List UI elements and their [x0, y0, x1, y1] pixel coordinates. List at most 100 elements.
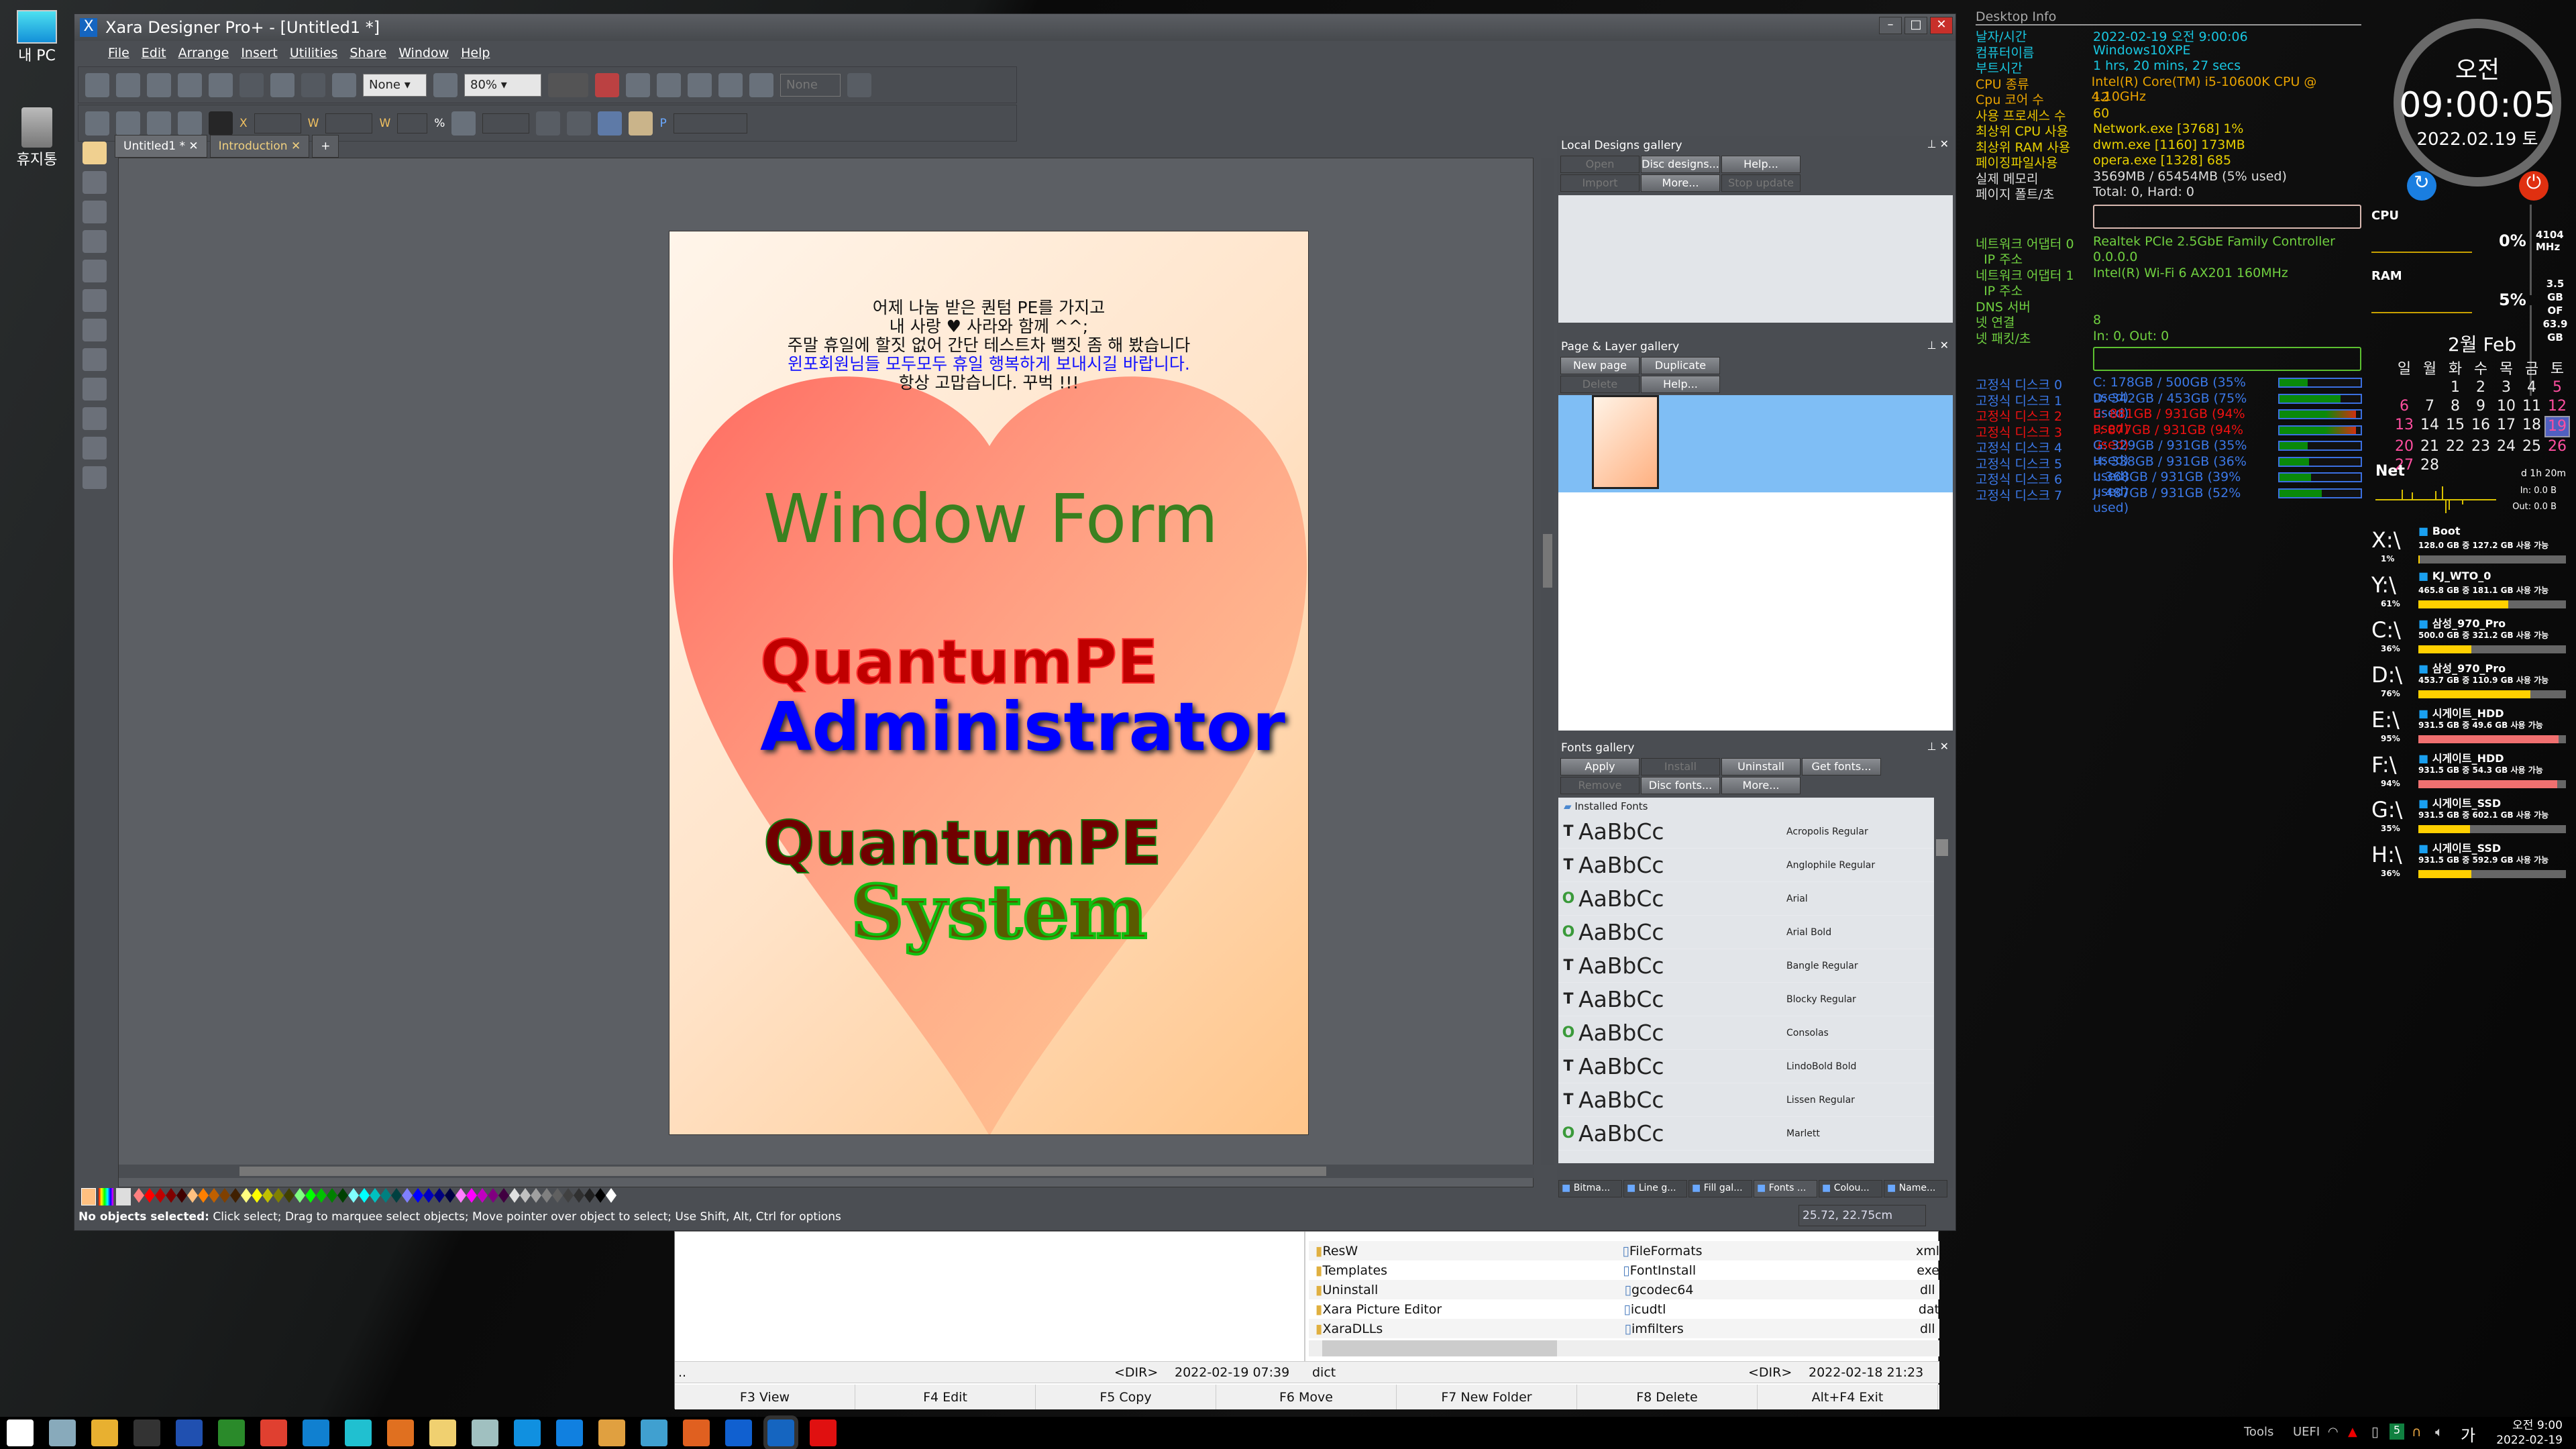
flip-vertical-icon[interactable]: [536, 111, 561, 136]
wifi-icon[interactable]: ◠: [2328, 1425, 2339, 1439]
transfer-icon[interactable]: [683, 1419, 710, 1446]
drive-item[interactable]: E:\ ■ 시게이트_HDD 931.5 GB 중 49.6 GB 사용 가능 95%: [2371, 703, 2573, 748]
colour-swatch[interactable]: [488, 1188, 498, 1203]
colour-swatch[interactable]: [370, 1188, 380, 1203]
colour-swatch[interactable]: [273, 1188, 284, 1203]
help-button[interactable]: Help...: [1721, 156, 1801, 173]
calendar-day[interactable]: 19: [2544, 416, 2570, 437]
desktop-icon-recycle-bin[interactable]: 휴지통: [0, 107, 74, 169]
text-tool-icon[interactable]: [83, 319, 107, 341]
p-field[interactable]: [673, 113, 747, 133]
redo-icon[interactable]: [301, 72, 325, 97]
calendar-day[interactable]: 10: [2493, 397, 2519, 416]
install-button[interactable]: Install: [1641, 758, 1720, 775]
phone-icon[interactable]: [345, 1419, 372, 1446]
calendar-day[interactable]: 11: [2519, 397, 2544, 416]
shadow-tool-icon[interactable]: [83, 407, 107, 430]
notepad-icon[interactable]: [472, 1419, 498, 1446]
file-row[interactable]: ▮ XaraDLLs ▯ imfilters dll: [1309, 1319, 1939, 1338]
left-pane[interactable]: [675, 1232, 1305, 1366]
gallery-tab-fonts[interactable]: ■ Fonts ...: [1754, 1180, 1817, 1197]
gallery-tab-bitmap[interactable]: ■ Bitma...: [1558, 1180, 1622, 1197]
flip-horizontal-icon[interactable]: [567, 111, 592, 136]
colour-swatch[interactable]: [423, 1188, 434, 1203]
stop-update-button[interactable]: Stop update: [1721, 174, 1801, 192]
tag-icon[interactable]: [629, 111, 653, 136]
calendar-day[interactable]: 25: [2519, 437, 2544, 456]
zoom-select[interactable]: 80% ▾: [464, 73, 541, 97]
fill-icon[interactable]: [116, 111, 140, 136]
snap-magnet-icon[interactable]: [595, 72, 619, 97]
calendar-day[interactable]: 20: [2392, 437, 2417, 456]
paste-icon[interactable]: [209, 72, 233, 97]
shape-editor-icon[interactable]: [85, 111, 109, 136]
colour-swatch[interactable]: [445, 1188, 455, 1203]
menu-share[interactable]: Share: [350, 46, 386, 65]
duplicate-button[interactable]: Duplicate: [1641, 357, 1720, 374]
menu-edit[interactable]: Edit: [142, 46, 166, 65]
drive-item[interactable]: G:\ ■ 시게이트_SSD 931.5 GB 중 602.1 GB 사용 가능 35…: [2371, 793, 2573, 838]
close-button[interactable]: ✕: [1930, 17, 1953, 34]
calendar-day[interactable]: 12: [2544, 397, 2570, 416]
drive-item[interactable]: Y:\ ■ KJ_WTO_0 465.8 GB 중 181.1 GB 사용 가능 61…: [2371, 568, 2573, 613]
calendar-day[interactable]: 5: [2544, 378, 2570, 397]
fonts-scrollbar[interactable]: [1934, 819, 1950, 1185]
quality-select[interactable]: None ▾: [363, 73, 427, 97]
calendar-day[interactable]: 6: [2392, 397, 2417, 416]
font-item[interactable]: T AaBbCc LindoBold Bold: [1558, 1050, 1934, 1083]
selector-icon[interactable]: [598, 111, 623, 136]
remove-button[interactable]: Remove: [1560, 777, 1640, 794]
font-item[interactable]: O AaBbCc Marlett: [1558, 1117, 1934, 1150]
colour-editor-icon[interactable]: [99, 1188, 113, 1205]
no-colour-swatch[interactable]: [116, 1188, 131, 1205]
colour-swatch[interactable]: [284, 1188, 294, 1203]
link-icon[interactable]: [626, 72, 650, 97]
colour-swatch[interactable]: [305, 1188, 316, 1203]
calendar-day[interactable]: 13: [2392, 416, 2417, 437]
zoom-tool-icon[interactable]: [83, 466, 107, 489]
pin-close-icons[interactable]: ⊥ ✕: [1927, 339, 1949, 352]
calendar-day[interactable]: 2: [2468, 378, 2493, 397]
calendar-day[interactable]: 21: [2417, 437, 2443, 456]
drive-item[interactable]: C:\ ■ 삼성_970_Pro 500.0 GB 중 321.2 GB 사용 가능…: [2371, 613, 2573, 658]
colour-swatch[interactable]: [316, 1188, 327, 1203]
rotate-icon[interactable]: [178, 111, 202, 136]
bounds-icon[interactable]: [209, 111, 233, 136]
function-key-button[interactable]: F3 View: [675, 1385, 855, 1409]
menu-file[interactable]: File: [108, 46, 129, 65]
designs-list[interactable]: [1558, 195, 1953, 323]
colour-swatch[interactable]: [606, 1188, 616, 1203]
new-document-icon[interactable]: [85, 72, 109, 97]
gallery-tab-name[interactable]: ■ Name...: [1884, 1180, 1947, 1197]
calendar-day[interactable]: 8: [2443, 397, 2468, 416]
colour-swatch[interactable]: [262, 1188, 273, 1203]
ime-indicator[interactable]: 가: [2461, 1422, 2475, 1446]
freehand-tool-icon[interactable]: [83, 171, 107, 194]
menu-utilities[interactable]: Utilities: [290, 46, 338, 65]
colour-swatch[interactable]: [348, 1188, 359, 1203]
tools-toolbar[interactable]: Tools: [2244, 1425, 2273, 1439]
more-button[interactable]: More...: [1721, 777, 1801, 794]
pin-close-icons[interactable]: ⊥ ✕: [1927, 138, 1949, 150]
image-viewer-icon[interactable]: [556, 1419, 583, 1446]
cmd-icon[interactable]: [133, 1419, 160, 1446]
start-icon[interactable]: [7, 1419, 34, 1446]
fill-tool-icon[interactable]: [83, 348, 107, 371]
colour-swatch[interactable]: [563, 1188, 574, 1203]
open-button[interactable]: Open: [1560, 156, 1640, 173]
colour-swatch[interactable]: [209, 1188, 219, 1203]
right-pane[interactable]: ▮ ResW ▯ FileFormats xml ▮ Templates ▯ FontInsta…: [1309, 1241, 1939, 1338]
opera-icon[interactable]: [810, 1419, 837, 1446]
network-card-icon[interactable]: [218, 1419, 245, 1446]
calendar-day[interactable]: 14: [2417, 416, 2443, 437]
colour-swatch[interactable]: [595, 1188, 606, 1203]
transform-icon[interactable]: [332, 72, 356, 97]
colour-swatch[interactable]: [133, 1188, 144, 1203]
colour-swatch[interactable]: [574, 1188, 584, 1203]
undo-icon[interactable]: [270, 72, 294, 97]
current-colour-swatch[interactable]: [81, 1188, 96, 1205]
new-page-button[interactable]: New page: [1560, 357, 1640, 374]
broadcast-icon[interactable]: [749, 72, 773, 97]
colour-swatch[interactable]: [337, 1188, 348, 1203]
calendar-day[interactable]: 16: [2468, 416, 2493, 437]
